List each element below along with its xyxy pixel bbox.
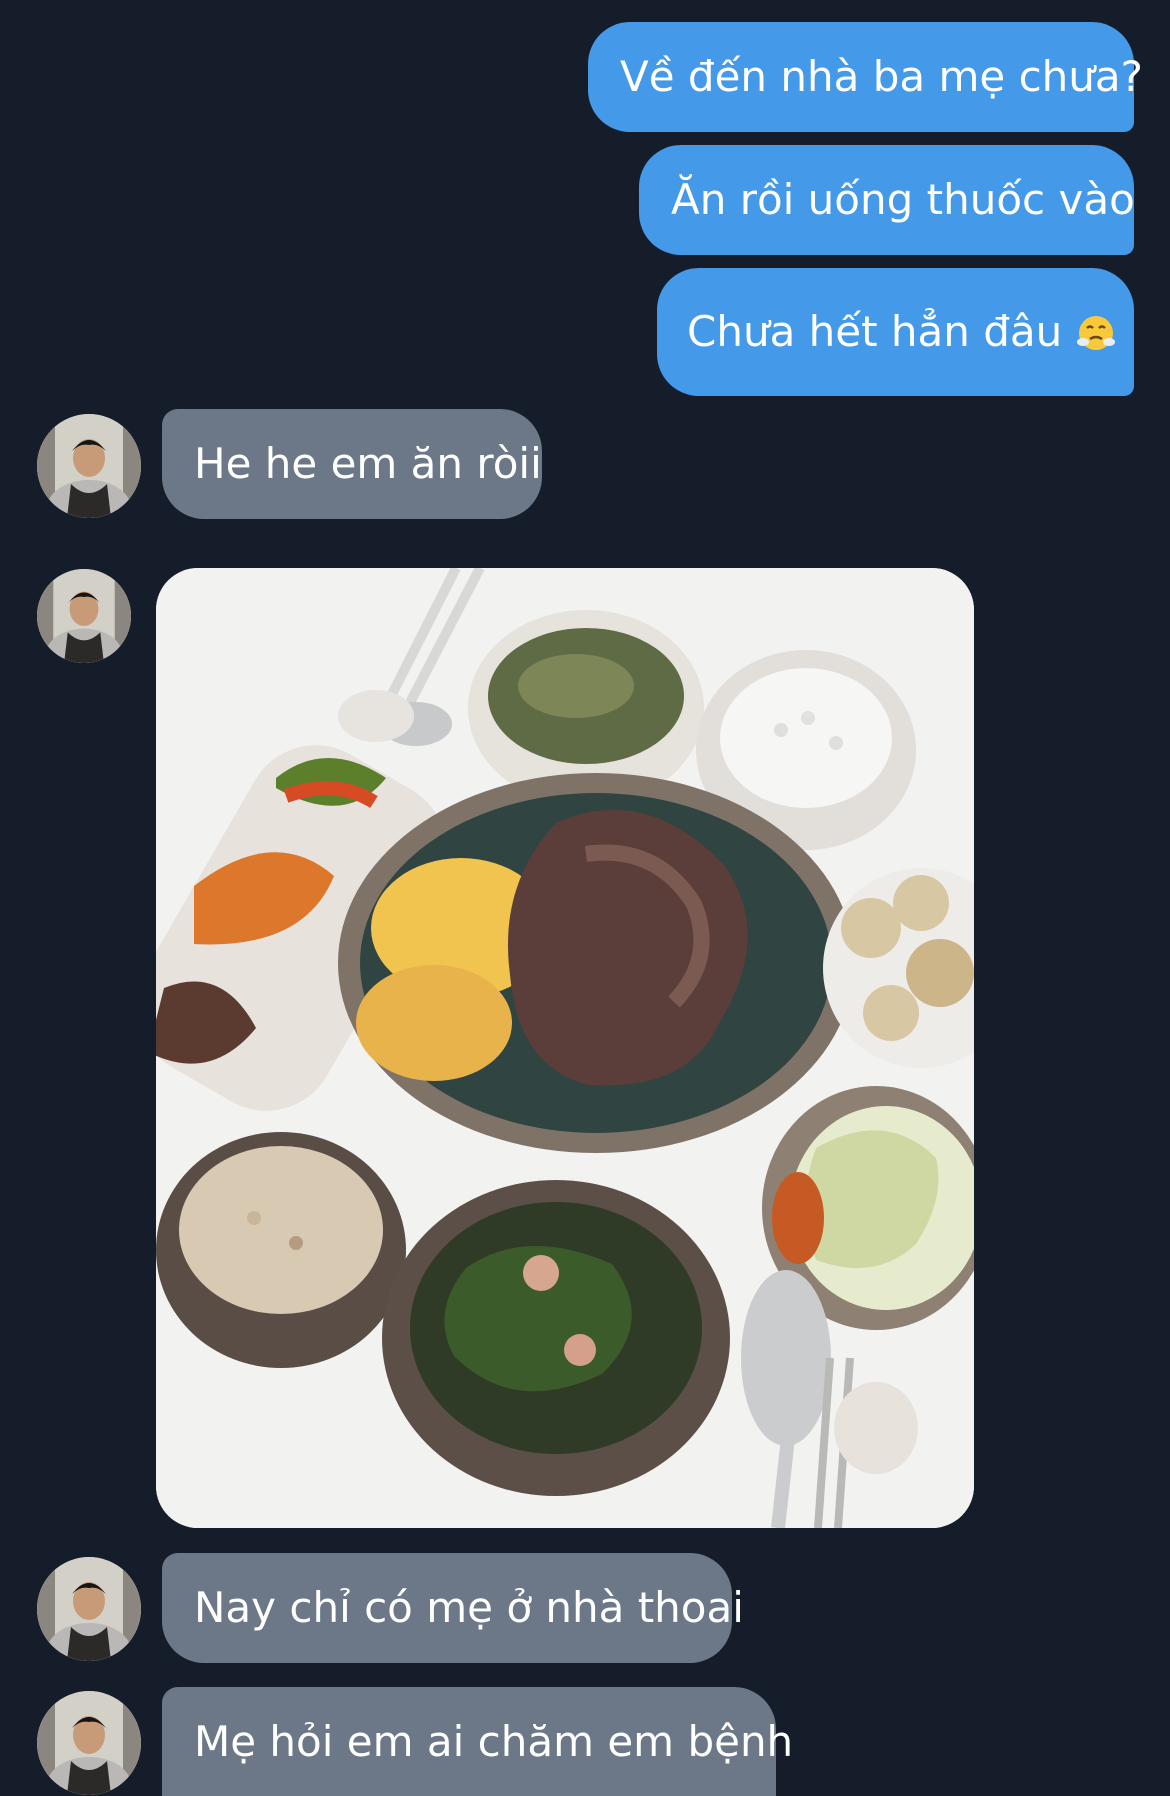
message-text: Về đến nhà ba mẹ chưa? (620, 52, 1143, 101)
meal-photo-image (156, 568, 974, 1528)
avatar[interactable] (37, 569, 131, 663)
outgoing-message[interactable]: Về đến nhà ba mẹ chưa? (588, 22, 1143, 132)
chat-thread: Về đến nhà ba mẹ chưa? Ăn rồi uống thuốc… (0, 0, 1170, 1796)
avatar-image (37, 1557, 141, 1661)
message-text: Ăn rồi uống thuốc vào (671, 175, 1135, 224)
avatar-image (37, 414, 141, 518)
incoming-message[interactable]: Nay chỉ có mẹ ở nhà thoai (162, 1553, 744, 1663)
message-text: He he em ăn ròii (194, 439, 542, 488)
incoming-message[interactable]: He he em ăn ròii (162, 409, 542, 519)
face-with-steam-emoji (1077, 316, 1116, 350)
avatar[interactable] (37, 1557, 141, 1661)
meal-photo[interactable] (156, 568, 974, 1528)
message-text: Mẹ hỏi em ai chăm em bệnh (194, 1716, 794, 1766)
avatar[interactable] (37, 1691, 141, 1795)
message-text: Nay chỉ có mẹ ở nhà thoai (194, 1583, 744, 1632)
message-text: Chưa hết hẳn đâu (687, 307, 1063, 356)
avatar[interactable] (37, 414, 141, 518)
avatar-image (37, 1691, 141, 1795)
avatar-image (37, 569, 131, 663)
incoming-message[interactable]: Mẹ hỏi em ai chăm em bệnh (162, 1687, 793, 1796)
outgoing-message[interactable]: Chưa hết hẳn đâu (657, 268, 1134, 396)
outgoing-message[interactable]: Ăn rồi uống thuốc vào (639, 145, 1135, 255)
